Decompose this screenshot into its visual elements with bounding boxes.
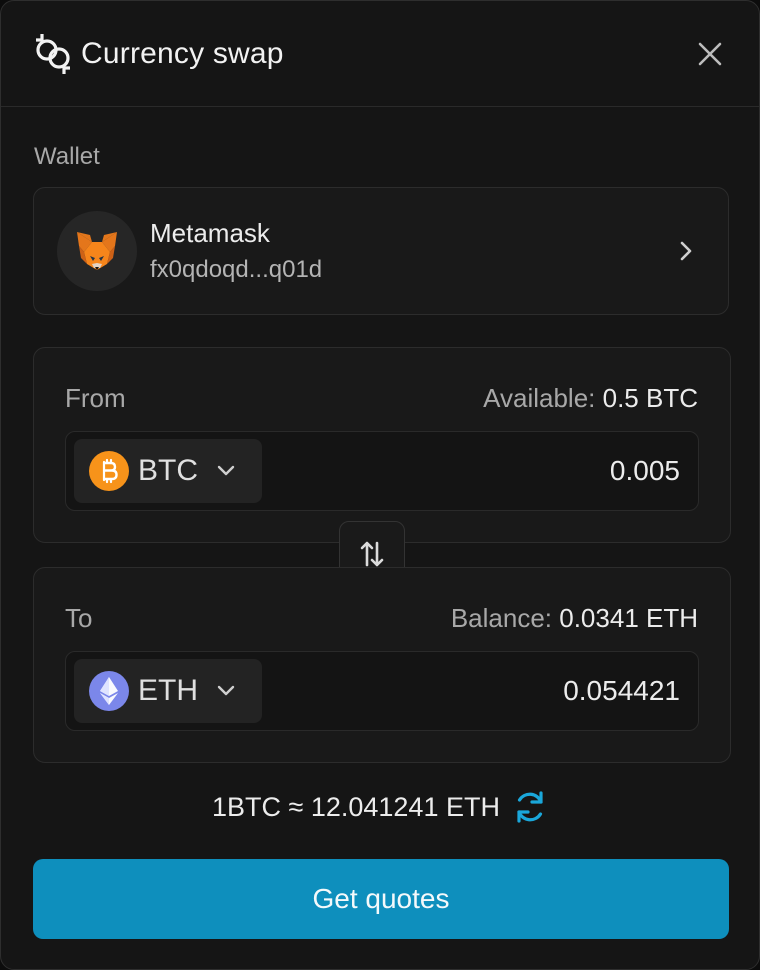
- panel-header: Currency swap: [1, 1, 759, 107]
- wallet-selector[interactable]: Metamask fx0qdoqd...q01d: [33, 187, 729, 315]
- to-token-symbol: ETH: [138, 674, 198, 707]
- currency-swap-panel: Currency swap Wallet Metamask fx0qdoqd..…: [0, 0, 760, 970]
- metamask-fox-icon: [77, 232, 117, 270]
- swap-rings-icon: [36, 33, 70, 74]
- ethereum-icon: [89, 671, 129, 711]
- from-token-select[interactable]: BTC: [74, 439, 262, 503]
- avatar: [57, 211, 137, 291]
- close-button[interactable]: [695, 37, 725, 71]
- balance-value: 0.0341 ETH: [559, 603, 698, 633]
- refresh-icon[interactable]: [512, 789, 548, 825]
- chevron-down-icon: [217, 465, 235, 476]
- chevron-right-icon: [680, 241, 692, 261]
- page-title: Currency swap: [81, 36, 284, 70]
- from-token-symbol: BTC: [138, 454, 198, 487]
- to-token-select[interactable]: ETH: [74, 659, 262, 723]
- exchange-rate-text: 1BTC ≈ 12.041241 ETH: [212, 791, 500, 822]
- chevron-down-icon: [217, 685, 235, 696]
- from-label: From: [65, 383, 126, 413]
- wallet-address: fx0qdoqd...q01d: [150, 256, 323, 283]
- wallet-section-label: Wallet: [34, 143, 100, 170]
- destination-balance: Balance: 0.0341 ETH: [451, 603, 698, 634]
- to-amount-row: ETH: [65, 651, 699, 731]
- to-card: To Balance: 0.0341 ETH ETH: [33, 567, 731, 763]
- exchange-rate: 1BTC ≈ 12.041241 ETH: [1, 787, 759, 827]
- swap-arrows-icon: [360, 541, 384, 567]
- available-label: Available:: [483, 383, 596, 413]
- wallet-name: Metamask: [150, 218, 270, 248]
- from-amount-input[interactable]: [320, 440, 680, 502]
- to-label: To: [65, 603, 93, 633]
- from-card: From Available: 0.5 BTC BTC: [33, 347, 731, 543]
- available-balance: Available: 0.5 BTC: [483, 383, 698, 414]
- to-amount-input[interactable]: [320, 660, 680, 722]
- from-amount-row: BTC: [65, 431, 699, 511]
- get-quotes-button[interactable]: Get quotes: [33, 859, 729, 939]
- available-value: 0.5 BTC: [602, 383, 698, 413]
- bitcoin-icon: [89, 451, 129, 491]
- balance-label: Balance:: [450, 603, 553, 633]
- close-icon: [698, 42, 722, 66]
